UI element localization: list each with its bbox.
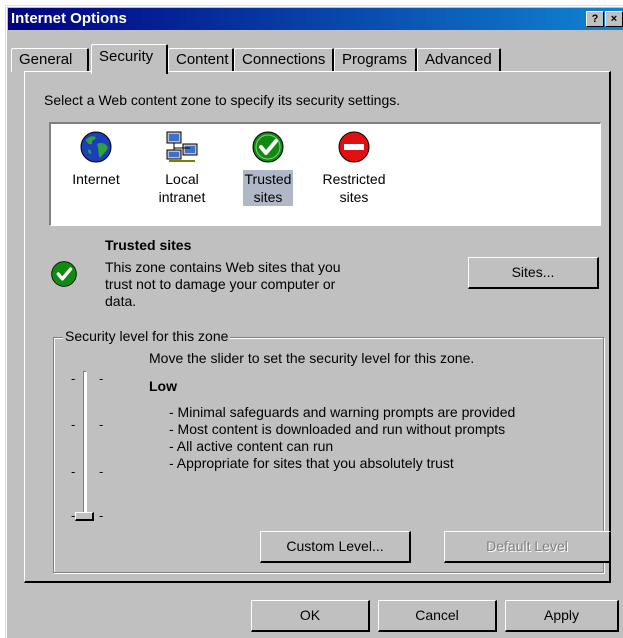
default-level-button: Default Level [444,531,611,563]
help-button[interactable]: ? [586,11,604,27]
custom-level-label: Custom Level... [286,538,384,554]
security-level-group: Security level for this zone Move the sl… [53,328,611,573]
tab-security[interactable]: Security [91,44,168,74]
slider-tick: - [99,417,104,432]
security-level-name: Low [149,378,177,394]
slider-tick: - [99,464,104,479]
level-bullet-4: - Appropriate for sites that you absolut… [169,455,454,471]
selected-zone-icon [50,260,78,291]
zone-trusted-sites[interactable]: Trusted sites [233,130,303,206]
zone-instruction: Select a Web content zone to specify its… [44,92,401,108]
default-level-label: Default Level [486,538,568,554]
zone-list[interactable]: Internet Local intranet Trusted sites Re… [49,122,601,226]
tab-programs[interactable]: Programs [334,48,417,72]
slider-tick: - [71,371,76,386]
tab-content[interactable]: Content [168,48,234,72]
level-bullet-1: - Minimal safeguards and warning prompts… [169,404,516,420]
tab-advanced-label: Advanced [425,51,492,68]
tab-connections-label: Connections [242,51,326,68]
green-check-small-icon [51,261,77,287]
close-button[interactable]: × [605,11,623,27]
network-computers-icon [165,130,199,164]
level-bullet-3: - All active content can run [169,438,334,454]
title-bar[interactable]: Internet Options ? × [8,8,623,30]
apply-button[interactable]: Apply [505,600,619,632]
zone-local-intranet[interactable]: Local intranet [147,130,217,206]
zone-desc-line-3: data. [105,293,137,309]
zone-internet-label: Internet [70,170,121,188]
level-bullet-2: - Most content is downloaded and run wit… [169,421,506,437]
tab-advanced[interactable]: Advanced [417,48,501,72]
zone-restricted-sites[interactable]: Restricted sites [319,130,389,206]
security-tab-panel: Select a Web content zone to specify its… [24,71,611,583]
security-slider-track[interactable] [83,371,87,519]
custom-level-button[interactable]: Custom Level... [260,531,411,563]
sites-button-label: Sites... [511,264,555,280]
tab-content-label: Content [176,51,229,68]
zone-trusted-label: Trusted sites [242,170,294,206]
zone-local-intranet-label: Local intranet [157,170,208,206]
slider-tick: - [71,464,76,479]
ok-label: OK [299,607,321,623]
security-slider-thumb[interactable] [75,512,94,521]
zone-desc-line-2: trust not to damage your computer or [105,276,336,292]
zone-restricted-line2: sites [339,189,369,205]
tab-general[interactable]: General [11,48,89,72]
zone-internet-line1: Internet [72,171,120,187]
slider-instruction: Move the slider to set the security leve… [149,350,475,366]
tab-programs-label: Programs [342,51,408,68]
zone-desc-line-1: This zone contains Web sites that you [105,259,341,275]
tab-general-label: General [19,51,73,68]
internet-options-window: Internet Options ? × General Security Co… [5,5,623,638]
zone-trusted-line1: Trusted [244,171,292,187]
green-check-icon [251,130,285,164]
zone-description: This zone contains Web sites that you tr… [105,259,341,310]
zone-restricted-line1: Restricted [322,171,386,187]
sites-button[interactable]: Sites... [468,257,599,289]
slider-tick: - [71,417,76,432]
selected-zone-name: Trusted sites [105,237,192,253]
apply-label: Apply [543,607,580,623]
tab-connections[interactable]: Connections [234,48,334,72]
zone-local-line1: Local [165,171,199,187]
zone-internet[interactable]: Internet [61,130,131,188]
zone-local-line2: intranet [158,189,206,205]
ok-button[interactable]: OK [251,600,370,632]
cancel-label: Cancel [415,607,459,623]
tab-security-label: Security [99,48,154,65]
security-level-legend: Security level for this zone [63,328,231,344]
slider-tick: - [99,371,104,386]
window-title: Internet Options [11,10,127,27]
red-no-entry-icon [337,130,371,164]
zone-restricted-label: Restricted sites [320,170,387,206]
globe-icon [79,130,113,164]
slider-tick: - [99,508,104,523]
cancel-button[interactable]: Cancel [378,600,497,632]
zone-trusted-line2: sites [253,189,283,205]
